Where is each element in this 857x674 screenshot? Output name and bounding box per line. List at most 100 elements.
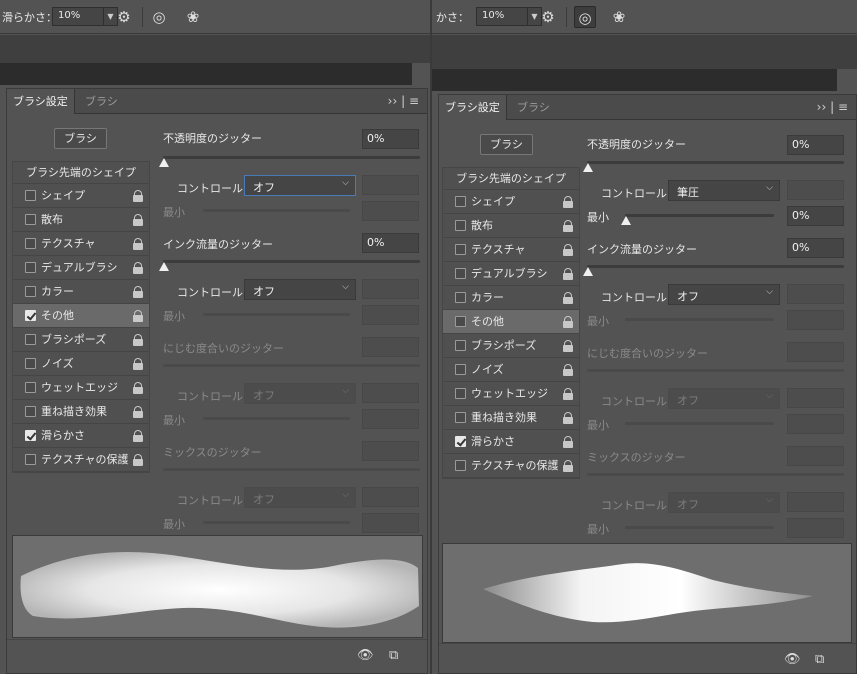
min-knob-r1[interactable] <box>621 216 631 225</box>
brush-option-item[interactable]: 重ね描き効果 <box>443 406 579 430</box>
brush-option-item[interactable]: ブラシポーズ <box>13 328 149 352</box>
lock-icon[interactable] <box>133 262 143 274</box>
opacity-jitter-slider-2[interactable] <box>587 161 844 164</box>
brush-tip-shape-item[interactable]: ブラシ先端のシェイプ <box>13 162 149 184</box>
tab-brush-settings[interactable]: ブラシ設定 <box>7 89 75 114</box>
lock-icon[interactable] <box>563 412 573 424</box>
option-checkbox[interactable] <box>25 358 36 369</box>
control-select[interactable]: オフ ⌵ <box>244 175 356 196</box>
option-checkbox[interactable] <box>455 364 466 375</box>
brush-option-item[interactable]: ウェットエッジ <box>13 376 149 400</box>
option-checkbox[interactable] <box>455 292 466 303</box>
option-checkbox[interactable] <box>25 190 36 201</box>
brush-option-item[interactable]: カラー <box>443 286 579 310</box>
lock-icon[interactable] <box>133 214 143 226</box>
new-preset-icon[interactable]: ⧉ <box>389 648 398 663</box>
lock-icon[interactable] <box>133 238 143 250</box>
opacity-jitter-input-2[interactable]: 0% <box>787 135 844 155</box>
new-preset-icon[interactable]: ⧉ <box>815 652 824 667</box>
lock-icon[interactable] <box>563 340 573 352</box>
lock-icon[interactable] <box>133 334 143 346</box>
option-checkbox[interactable] <box>455 196 466 207</box>
option-checkbox[interactable] <box>25 262 36 273</box>
brush-option-item[interactable]: ノイズ <box>13 352 149 376</box>
brushes-button[interactable]: ブラシ <box>54 128 107 149</box>
smoothing-input-2[interactable]: 10% <box>476 7 528 26</box>
brush-option-item[interactable]: テクスチャ <box>13 232 149 256</box>
lock-icon[interactable] <box>563 364 573 376</box>
butterfly-icon[interactable]: ❀ <box>608 6 630 28</box>
option-checkbox[interactable] <box>455 460 466 471</box>
flow-jitter-slider[interactable] <box>163 260 420 263</box>
lock-icon[interactable] <box>563 196 573 208</box>
brush-option-item[interactable]: ノイズ <box>443 358 579 382</box>
option-checkbox[interactable] <box>455 268 466 279</box>
lock-icon[interactable] <box>563 220 573 232</box>
tab-brush-settings[interactable]: ブラシ設定 <box>439 95 507 120</box>
option-checkbox[interactable] <box>455 340 466 351</box>
lock-icon[interactable] <box>563 388 573 400</box>
opacity-jitter-input[interactable]: 0% <box>362 129 419 149</box>
opacity-jitter-knob[interactable] <box>159 158 169 167</box>
brush-option-item[interactable]: その他 <box>13 304 149 328</box>
option-checkbox[interactable] <box>455 316 466 327</box>
brush-option-item[interactable]: ウェットエッジ <box>443 382 579 406</box>
lock-icon[interactable] <box>133 358 143 370</box>
control-select-r2[interactable]: オフ ⌵ <box>668 284 780 305</box>
lock-icon[interactable] <box>133 310 143 322</box>
option-checkbox[interactable] <box>455 436 466 447</box>
option-checkbox[interactable] <box>25 214 36 225</box>
brushes-button-2[interactable]: ブラシ <box>480 134 533 155</box>
opacity-jitter-knob-2[interactable] <box>583 163 593 172</box>
brush-option-item[interactable]: テクスチャの保護 <box>443 454 579 478</box>
brush-option-item[interactable]: 重ね描き効果 <box>13 400 149 424</box>
brush-option-item[interactable]: シェイプ <box>13 184 149 208</box>
brush-option-item[interactable]: カラー <box>13 280 149 304</box>
flow-jitter-slider-2[interactable] <box>587 265 844 268</box>
option-checkbox[interactable] <box>455 388 466 399</box>
brush-option-item[interactable]: デュアルブラシ <box>13 256 149 280</box>
brush-option-item[interactable]: テクスチャの保護 <box>13 448 149 472</box>
brush-tip-shape-item[interactable]: ブラシ先端のシェイプ <box>443 168 579 190</box>
lock-icon[interactable] <box>563 292 573 304</box>
lock-icon[interactable] <box>563 436 573 448</box>
option-checkbox[interactable] <box>455 244 466 255</box>
brush-option-item[interactable]: その他 <box>443 310 579 334</box>
panel-menu-icon[interactable]: ›› | ≡ <box>388 89 419 114</box>
lock-icon[interactable] <box>133 454 143 466</box>
flow-jitter-input[interactable]: 0% <box>362 233 419 253</box>
pressure-icon[interactable]: ◎ <box>148 6 170 28</box>
min-input-r1[interactable]: 0% <box>787 206 844 226</box>
flow-jitter-input-2[interactable]: 0% <box>787 238 844 258</box>
opacity-jitter-slider[interactable] <box>163 156 420 159</box>
brush-option-item[interactable]: 滑らかさ <box>13 424 149 448</box>
gear-icon[interactable]: ⚙ <box>537 6 559 28</box>
gear-icon[interactable]: ⚙ <box>113 6 135 28</box>
option-checkbox[interactable] <box>25 454 36 465</box>
option-checkbox[interactable] <box>25 310 36 321</box>
min-slider-r1[interactable] <box>625 214 774 217</box>
toggle-preview-icon[interactable]: 👁 <box>784 652 801 667</box>
option-checkbox[interactable] <box>25 382 36 393</box>
brush-option-item[interactable]: テクスチャ <box>443 238 579 262</box>
option-checkbox[interactable] <box>25 286 36 297</box>
option-checkbox[interactable] <box>25 238 36 249</box>
lock-icon[interactable] <box>563 244 573 256</box>
lock-icon[interactable] <box>133 382 143 394</box>
tab-brushes[interactable]: ブラシ <box>511 95 556 120</box>
lock-icon[interactable] <box>563 268 573 280</box>
smoothing-input[interactable]: 10% <box>52 7 104 26</box>
option-checkbox[interactable] <box>455 220 466 231</box>
flow-jitter-knob[interactable] <box>159 262 169 271</box>
brush-option-item[interactable]: デュアルブラシ <box>443 262 579 286</box>
brush-option-item[interactable]: シェイプ <box>443 190 579 214</box>
brush-option-item[interactable]: 散布 <box>443 214 579 238</box>
option-checkbox[interactable] <box>25 406 36 417</box>
control-select-r1[interactable]: 筆圧 ⌵ <box>668 180 780 201</box>
panel-menu-icon[interactable]: ›› | ≡ <box>817 95 848 120</box>
flow-jitter-knob-2[interactable] <box>583 267 593 276</box>
pressure-icon[interactable]: ◎ <box>574 6 596 28</box>
brush-option-item[interactable]: 散布 <box>13 208 149 232</box>
option-checkbox[interactable] <box>25 430 36 441</box>
lock-icon[interactable] <box>133 190 143 202</box>
